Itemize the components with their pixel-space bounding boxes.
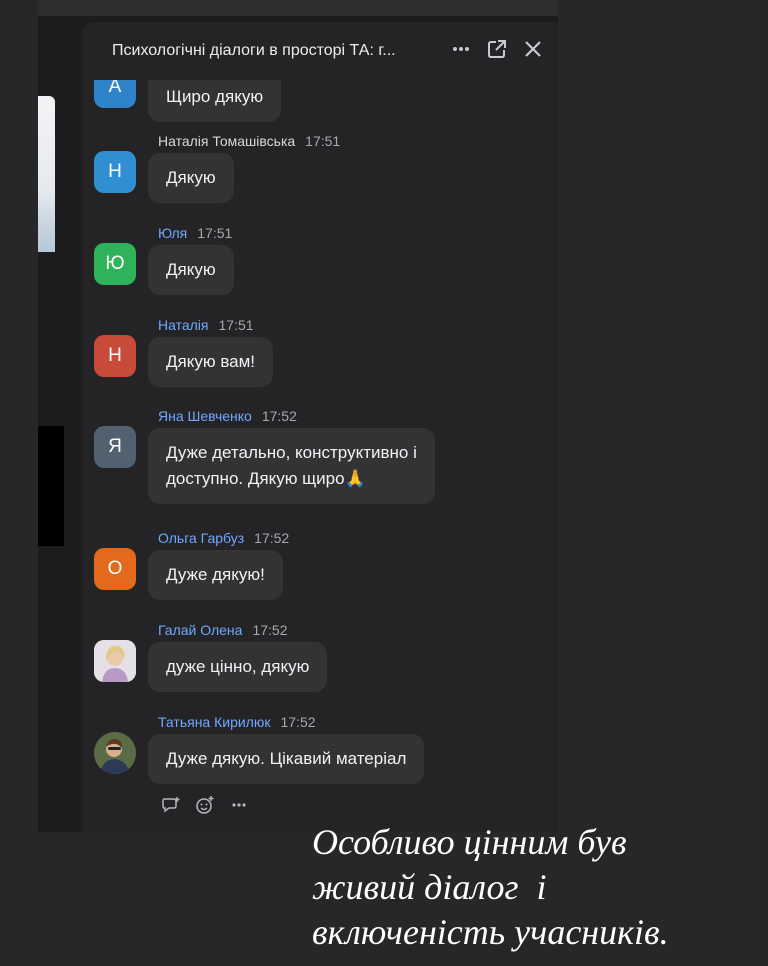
message-list[interactable]: А Щиро дякую Наталія Томашівська 17:51 Н …	[82, 22, 558, 832]
message-meta: Наталія Томашівська 17:51	[158, 133, 340, 149]
message-time: 17:52	[261, 408, 297, 424]
more-options-icon[interactable]	[228, 794, 250, 816]
message-text-line: доступно. Дякую щиро🙏	[166, 469, 366, 488]
message-time: 17:51	[305, 133, 341, 149]
message-bubble[interactable]: Дякую	[148, 153, 234, 203]
sender-name[interactable]: Ольга Гарбуз	[158, 530, 244, 546]
avatar-photo[interactable]	[94, 732, 136, 774]
avatar[interactable]: Н	[94, 335, 136, 377]
caption-text: Особливо цінним був живий діалог і включен…	[312, 820, 762, 955]
caption-line: включеність учасників.	[312, 912, 669, 952]
sender-name[interactable]: Галай Олена	[158, 622, 242, 638]
more-options-icon[interactable]	[450, 38, 472, 60]
sender-name[interactable]: Татьяна Кирилюк	[158, 714, 270, 730]
message-actions	[160, 794, 250, 816]
sender-name[interactable]: Яна Шевченко	[158, 408, 252, 424]
message-bubble[interactable]: Дуже дякую. Цікавий матеріал	[148, 734, 425, 784]
message-time: 17:51	[197, 225, 233, 241]
add-reaction-icon[interactable]	[194, 794, 216, 816]
message-time: 17:52	[280, 714, 316, 730]
avatar[interactable]: Я	[94, 426, 136, 468]
message-meta: Яна Шевченко 17:52	[158, 408, 297, 424]
message-time: 17:52	[252, 622, 288, 638]
message-meta: Наталія 17:51	[158, 317, 254, 333]
message-meta: Татьяна Кирилюк 17:52	[158, 714, 316, 730]
background-topbar	[38, 0, 558, 16]
message-bubble[interactable]: Дякую	[148, 245, 234, 295]
sender-name[interactable]: Наталія Томашівська	[158, 133, 295, 149]
message-meta: Галай Олена 17:52	[158, 622, 288, 638]
message-meta: Юля 17:51	[158, 225, 232, 241]
person-photo-icon	[94, 732, 136, 774]
message-bubble[interactable]: Дуже детально, конструктивно і доступно.…	[148, 428, 435, 504]
chat-header: Психологічні діалоги в просторі ТА: г...	[82, 22, 558, 80]
close-icon[interactable]	[522, 38, 544, 60]
chat-title: Психологічні діалоги в просторі ТА: г...	[112, 42, 396, 59]
sender-name[interactable]: Юля	[158, 225, 187, 241]
reply-in-thread-icon[interactable]	[160, 794, 182, 816]
person-photo-icon	[94, 640, 136, 682]
message-bubble[interactable]: Дякую вам!	[148, 337, 274, 387]
background-video-edge	[38, 426, 64, 546]
avatar[interactable]: Н	[94, 151, 136, 193]
message-time: 17:52	[254, 530, 290, 546]
pop-out-icon[interactable]	[486, 38, 508, 60]
background-window-edge	[38, 96, 55, 252]
sender-name[interactable]: Наталія	[158, 317, 209, 333]
header-actions	[450, 38, 544, 60]
message-text-line: Дуже детально, конструктивно і	[166, 443, 417, 462]
avatar[interactable]: Ю	[94, 243, 136, 285]
message-meta: Ольга Гарбуз 17:52	[158, 530, 289, 546]
caption-line: живий діалог і	[312, 867, 547, 907]
chat-panel: А Щиро дякую Наталія Томашівська 17:51 Н …	[82, 22, 558, 832]
caption-line: Особливо цінним був	[312, 822, 627, 862]
message-bubble[interactable]: дуже цінно, дякую	[148, 642, 328, 692]
avatar[interactable]: О	[94, 548, 136, 590]
avatar-photo[interactable]	[94, 640, 136, 682]
message-time: 17:51	[218, 317, 254, 333]
message-bubble[interactable]: Дуже дякую!	[148, 550, 283, 600]
